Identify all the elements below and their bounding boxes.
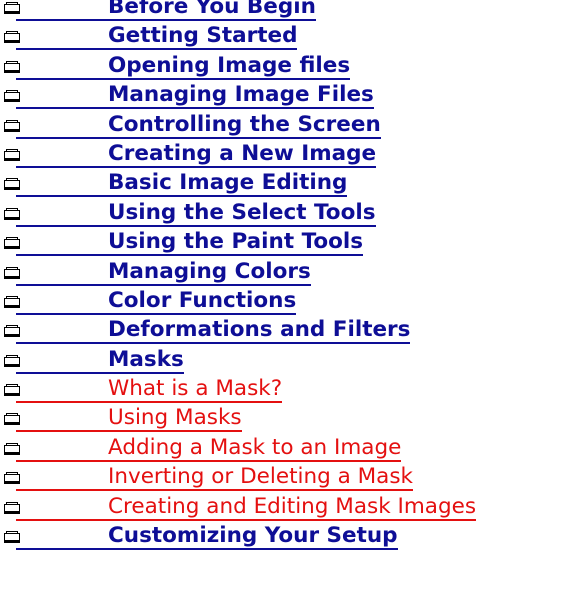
toc-subitem[interactable]: What is a Mask? — [0, 374, 569, 404]
toc-link[interactable]: Using the Paint Tools — [16, 227, 364, 257]
toc-item[interactable]: Managing Colors — [0, 257, 569, 286]
toc-item[interactable]: Basic Image Editing — [0, 168, 569, 198]
toc-item[interactable]: Before You Begin — [0, 0, 569, 21]
toc-link[interactable]: Managing Image Files — [16, 80, 374, 110]
toc-link[interactable]: Getting Started — [16, 21, 298, 51]
toc-sublink[interactable]: Inverting or Deleting a Mask — [16, 462, 413, 492]
toc-sublink[interactable]: What is a Mask? — [16, 374, 283, 404]
toc-item[interactable]: Controlling the Screen — [0, 110, 569, 139]
toc-subitem[interactable]: Inverting or Deleting a Mask — [0, 462, 569, 492]
toc-sublink[interactable]: Using Masks — [16, 403, 242, 433]
toc-item[interactable]: Customizing Your Setup — [0, 521, 569, 551]
toc-item[interactable]: Deformations and Filters — [0, 315, 569, 345]
toc-link[interactable]: Color Functions — [16, 286, 297, 315]
toc-sublink[interactable]: Creating and Editing Mask Images — [16, 492, 477, 521]
toc-item[interactable]: Using the Paint Tools — [0, 227, 569, 257]
toc-link[interactable]: Masks — [16, 345, 184, 374]
toc-link[interactable]: Using the Select Tools — [16, 198, 376, 227]
toc-subitem[interactable]: Using Masks — [0, 403, 569, 433]
toc-subitem[interactable]: Adding a Mask to an Image — [0, 433, 569, 462]
toc-link[interactable]: Opening Image files — [16, 51, 351, 80]
toc-link[interactable]: Deformations and Filters — [16, 315, 411, 345]
toc-item[interactable]: Getting Started — [0, 21, 569, 51]
toc-item[interactable]: Managing Image Files — [0, 80, 569, 110]
toc-link[interactable]: Customizing Your Setup — [16, 521, 398, 551]
toc-item[interactable]: Creating a New Image — [0, 139, 569, 168]
toc-subitem[interactable]: Creating and Editing Mask Images — [0, 492, 569, 521]
toc-link[interactable]: Creating a New Image — [16, 139, 377, 168]
toc-link[interactable]: Managing Colors — [16, 257, 311, 286]
toc-link[interactable]: Before You Begin — [16, 0, 316, 21]
toc-sublink[interactable]: Adding a Mask to an Image — [16, 433, 402, 462]
help-contents-list: Before You Begin Getting Started Opening… — [0, 0, 569, 551]
toc-link[interactable]: Controlling the Screen — [16, 110, 381, 139]
toc-item[interactable]: Color Functions — [0, 286, 569, 315]
toc-item[interactable]: Masks — [0, 345, 569, 374]
toc-item[interactable]: Using the Select Tools — [0, 198, 569, 227]
toc-item[interactable]: Opening Image files — [0, 51, 569, 80]
toc-link[interactable]: Basic Image Editing — [16, 168, 348, 198]
